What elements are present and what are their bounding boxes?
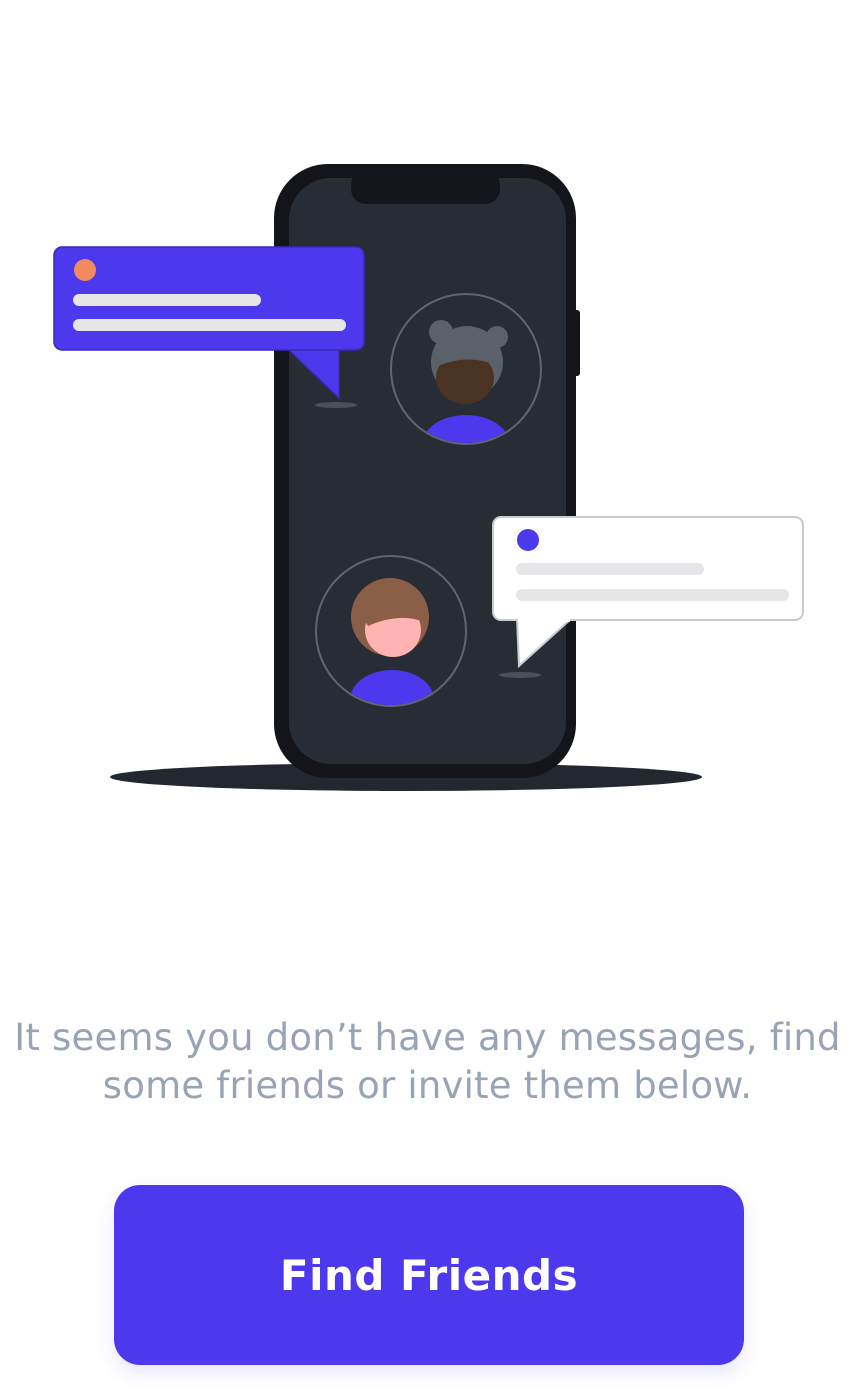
empty-state-message-line-2: some friends or invite them below. [102,1064,753,1107]
empty-messages-illustration [53,164,804,791]
find-friends-button[interactable]: Find Friends [114,1185,744,1365]
empty-state-message: It seems you don’t have any messages, fi… [0,1014,855,1110]
empty-state-message-line-1: It seems you don’t have any messages, fi… [14,1016,841,1059]
